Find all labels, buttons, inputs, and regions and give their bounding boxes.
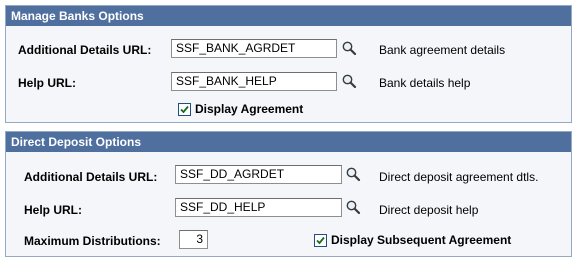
dd-additional-details-label: Additional Details URL: (24, 170, 158, 184)
bank-additional-details-desc: Bank agreement details (379, 43, 506, 57)
max-distributions-label: Maximum Distributions: (24, 234, 161, 248)
bank-additional-details-label: Additional Details URL: (18, 43, 152, 57)
max-distributions-field[interactable]: 3 (179, 230, 208, 249)
bank-help-url-field[interactable]: SSF_BANK_HELP (171, 72, 337, 91)
display-agreement-label: Display Agreement (195, 102, 304, 116)
dd-help-url-lookup-icon[interactable] (345, 199, 361, 215)
checkmark-icon (180, 105, 189, 114)
direct-deposit-options-group: Direct Deposit Options Additional Detail… (5, 131, 572, 257)
display-agreement-checkbox[interactable] (178, 103, 191, 116)
manage-banks-options-group: Manage Banks Options Additional Details … (5, 5, 572, 123)
bank-help-url-label: Help URL: (18, 76, 76, 90)
checkmark-icon (316, 236, 325, 245)
display-subsequent-agreement-checkbox[interactable] (314, 234, 327, 247)
dd-help-url-desc: Direct deposit help (379, 203, 479, 217)
direct-deposit-options-header: Direct Deposit Options (6, 132, 571, 152)
manage-banks-options-header: Manage Banks Options (6, 6, 571, 26)
dd-additional-details-field[interactable]: SSF_DD_AGRDET (175, 165, 342, 184)
display-subsequent-agreement-label: Display Subsequent Agreement (331, 233, 512, 247)
dd-help-url-label: Help URL: (24, 203, 82, 217)
dd-help-url-field[interactable]: SSF_DD_HELP (175, 198, 342, 217)
bank-additional-details-lookup-icon[interactable] (341, 40, 357, 56)
dd-additional-details-desc: Direct deposit agreement dtls. (379, 170, 539, 184)
bank-help-url-desc: Bank details help (379, 76, 471, 90)
bank-help-url-lookup-icon[interactable] (341, 73, 357, 89)
bank-additional-details-field[interactable]: SSF_BANK_AGRDET (171, 39, 337, 58)
dd-additional-details-lookup-icon[interactable] (345, 166, 361, 182)
